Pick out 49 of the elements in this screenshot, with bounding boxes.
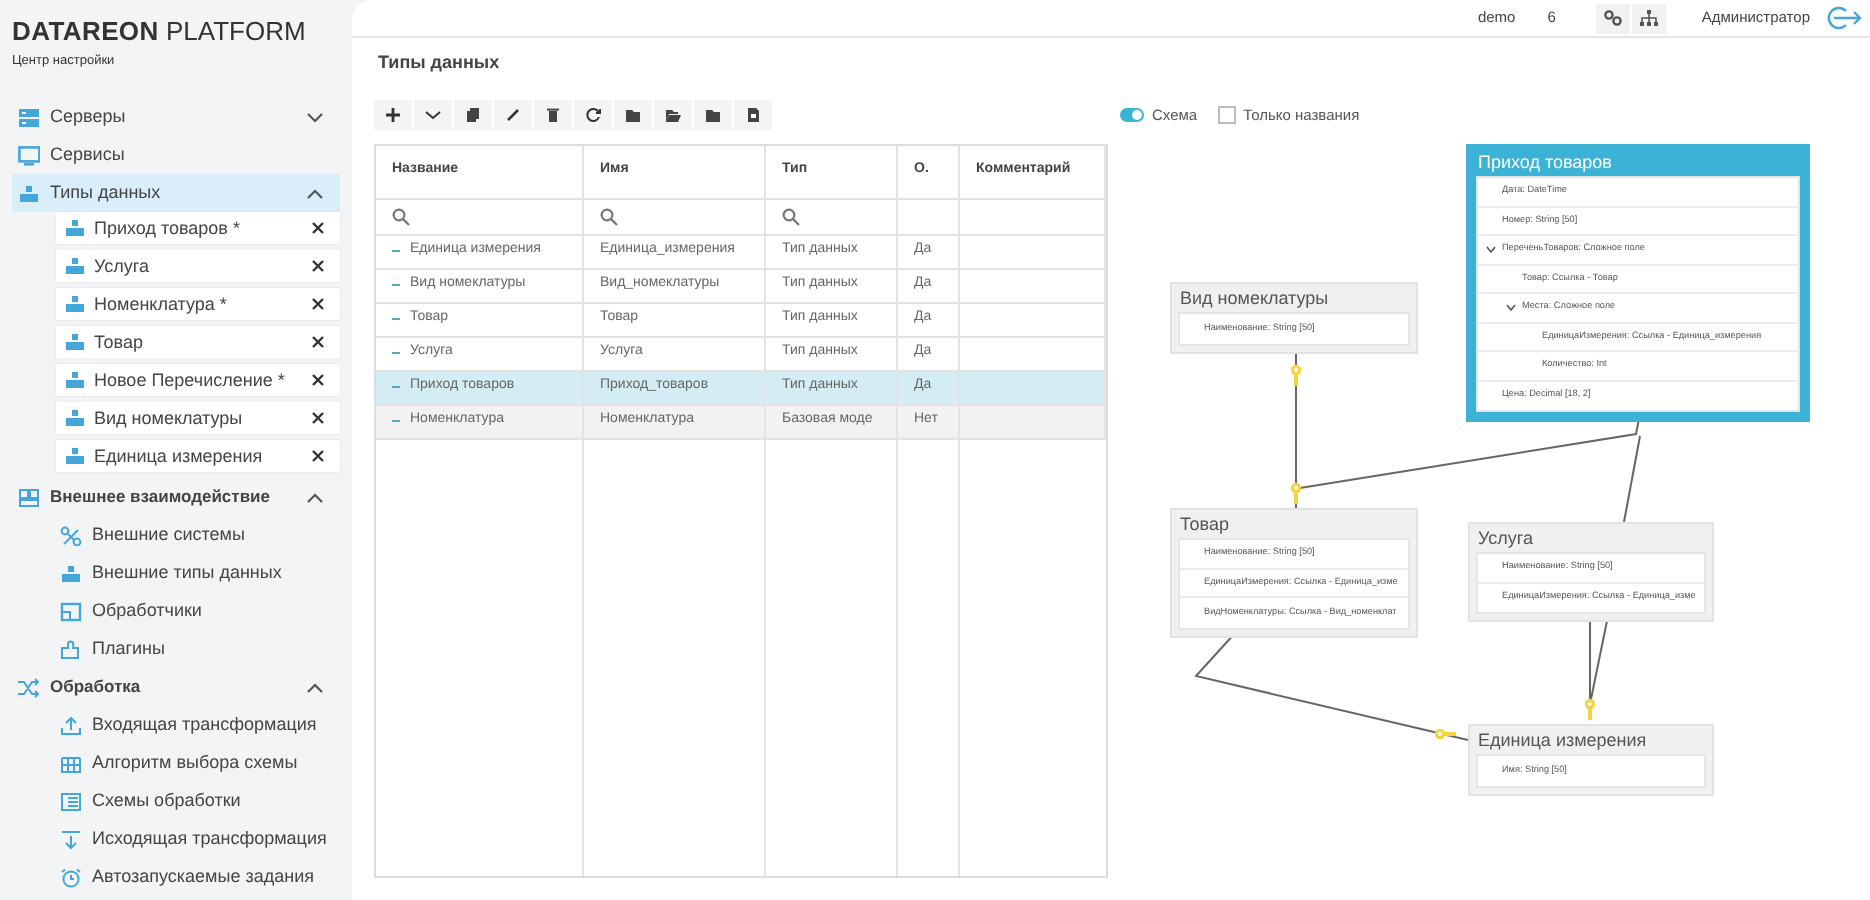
- open-tab[interactable]: Услуга: [56, 250, 340, 283]
- sidebar-subitem[interactable]: Обработчики: [12, 592, 340, 631]
- open-tab[interactable]: Приход товаров *: [56, 212, 340, 245]
- node-title: Приход товаров: [1476, 150, 1614, 176]
- node-title: Единица измерения: [1476, 728, 1649, 754]
- node-title: Услуга: [1476, 526, 1535, 552]
- tab-label: Вид номеклатуры: [94, 405, 245, 432]
- sidebar-label: Внешнее взаимодействие: [50, 484, 272, 511]
- sidebar-item[interactable]: Внешнее взаимодействие: [12, 478, 340, 517]
- sidebar-label: Серверы: [50, 104, 128, 130]
- open-tab[interactable]: Единица измерения: [56, 440, 340, 473]
- tab-label: Услуга: [94, 253, 151, 280]
- sidebar-label: Внешние типы данных: [92, 560, 282, 586]
- tab-label: Единица измерения: [94, 443, 265, 470]
- sidebar-label: Обработчики: [92, 598, 202, 624]
- page-title: Типы данных: [378, 50, 502, 76]
- sidebar-subitem[interactable]: Алгоритм выбора схемы: [12, 744, 340, 783]
- open-tab[interactable]: Вид номеклатуры: [56, 402, 340, 435]
- sidebar-label: Схемы обработки: [92, 788, 241, 814]
- sidebar-subitem[interactable]: Внешние системы: [12, 516, 340, 555]
- sidebar-label: Алгоритм выбора схемы: [92, 750, 298, 776]
- node-title: Товар: [1178, 512, 1231, 538]
- sidebar-subitem[interactable]: Внешние типы данных: [12, 554, 340, 593]
- sidebar-label: Внешние системы: [92, 522, 245, 548]
- open-tab[interactable]: Номенклатура *: [56, 288, 340, 321]
- sidebar-label: Обработка: [50, 674, 143, 701]
- sidebar-item[interactable]: Обработка: [12, 668, 340, 707]
- tab-label: Номенклатура *: [94, 291, 229, 318]
- sidebar-subitem[interactable]: Плагины: [12, 630, 340, 669]
- sidebar-subitem[interactable]: Исходящая трансформация: [12, 820, 340, 859]
- sidebar-subitem[interactable]: Автозапускаемые задания: [12, 858, 340, 897]
- open-tab[interactable]: Новое Перечисление *: [56, 364, 340, 397]
- tab-label: Товар: [94, 329, 145, 356]
- sidebar-label: Исходящая трансформация: [92, 826, 327, 852]
- sidebar-label: Типы данных: [50, 180, 163, 206]
- sidebar-item[interactable]: Серверы: [12, 98, 340, 137]
- sidebar-item[interactable]: Сервисы: [12, 136, 340, 175]
- brand-logo: DATAREON PLATFORM: [12, 14, 308, 50]
- sidebar-label: Сервисы: [50, 142, 127, 168]
- sidebar-item[interactable]: Типы данных: [12, 174, 340, 213]
- tab-label: Приход товаров *: [94, 215, 242, 242]
- sidebar-label: Плагины: [92, 636, 165, 662]
- sidebar-label: Автозапускаемые задания: [92, 864, 314, 890]
- tab-label: Новое Перечисление *: [94, 367, 287, 394]
- sidebar-label: Входящая трансформация: [92, 712, 317, 738]
- sidebar-subitem[interactable]: Входящая трансформация: [12, 706, 340, 745]
- node-title: Вид номеклатуры: [1178, 286, 1331, 312]
- sidebar-subitem[interactable]: Схемы обработки: [12, 782, 340, 821]
- open-tab[interactable]: Товар: [56, 326, 340, 359]
